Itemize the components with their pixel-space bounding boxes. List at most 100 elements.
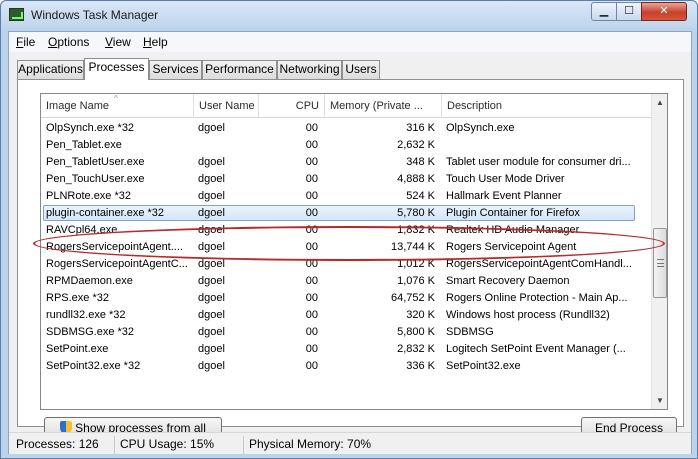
table-row[interactable]: SetPoint.exe dgoel 00 2,832 K Logitech SetPo…: [41, 341, 651, 358]
cpu-value: 00: [305, 207, 318, 219]
menu-view[interactable]: View: [105, 35, 131, 49]
memory-value: 1,076 K: [397, 275, 435, 287]
menu-help[interactable]: Help: [143, 35, 168, 49]
user-name: dgoel: [198, 343, 225, 355]
user-name: dgoel: [198, 309, 225, 321]
maximize-button[interactable]: ☐: [616, 2, 642, 21]
close-button[interactable]: ✕: [641, 2, 687, 21]
minimize-button[interactable]: ▁: [591, 2, 617, 21]
table-row[interactable]: SDBMSG.exe *32 dgoel 00 5,800 K SDBMSG: [41, 324, 651, 341]
process-name: rundll32.exe *32: [46, 309, 126, 321]
table-row[interactable]: SetPoint32.exe *32 dgoel 00 336 K SetPoint32…: [41, 358, 651, 375]
status-physical-memory: Physical Memory: 70%: [243, 436, 443, 454]
description: Rogers Servicepoint Agent: [446, 241, 577, 253]
table-row[interactable]: OlpSynch.exe *32 dgoel 00 316 K OlpSynch.exe: [41, 120, 651, 137]
status-cpu-usage: CPU Usage: 15%: [114, 436, 243, 454]
task-manager-window: Windows Task Manager ▁ ☐ ✕ File Options …: [0, 0, 698, 459]
user-name: dgoel: [198, 275, 225, 287]
user-name: dgoel: [198, 360, 225, 372]
description: Hallmark Event Planner: [446, 190, 562, 202]
memory-value: 320 K: [406, 309, 435, 321]
tab-performance[interactable]: Performance: [202, 60, 277, 79]
memory-value: 348 K: [406, 156, 435, 168]
window-title: Windows Task Manager: [31, 8, 159, 22]
cpu-value: 00: [305, 156, 318, 168]
scrollbar-thumb[interactable]: [653, 228, 667, 298]
description: Touch User Mode Driver: [446, 173, 565, 185]
table-row[interactable]: RPMDaemon.exe dgoel 00 1,076 K Smart Recover…: [41, 273, 651, 290]
menu-options[interactable]: Options: [48, 35, 89, 49]
process-name: RPS.exe *32: [46, 292, 109, 304]
cpu-value: 00: [305, 309, 318, 321]
description: OlpSynch.exe: [446, 122, 515, 134]
memory-value: 2,632 K: [397, 139, 435, 151]
table-row[interactable]: PLNRote.exe *32 dgoel 00 524 K Hallmark Even…: [41, 188, 651, 205]
processes-panel: Image Name ^ User Name CPU Memory (Priva…: [17, 79, 684, 455]
process-name: SDBMSG.exe *32: [46, 326, 135, 338]
process-name: Pen_TouchUser.exe: [46, 173, 145, 185]
title-bar[interactable]: Windows Task Manager ▁ ☐ ✕: [1, 1, 697, 29]
cpu-value: 00: [305, 275, 318, 287]
cpu-value: 00: [305, 190, 318, 202]
process-name: RPMDaemon.exe: [46, 275, 133, 287]
tab-networking[interactable]: Networking: [277, 60, 342, 79]
scroll-down-arrow-icon[interactable]: ▼: [652, 392, 667, 409]
user-name: dgoel: [198, 122, 225, 134]
column-header-row: Image Name ^ User Name CPU Memory (Priva…: [41, 94, 651, 118]
grip-icon: [657, 259, 664, 267]
column-header-memory[interactable]: Memory (Private ...: [325, 94, 442, 118]
table-row-selected[interactable]: plugin-container.exe *32 dgoel 00 5,780 K Pl…: [41, 205, 651, 222]
description: Tablet user module for consumer dri...: [446, 156, 631, 168]
tab-users[interactable]: Users: [342, 60, 380, 79]
description: Realtek HD Audio Manager: [446, 224, 580, 236]
vertical-scrollbar[interactable]: ▲ ▼: [651, 94, 667, 409]
cpu-value: 00: [305, 258, 318, 270]
cpu-value: 00: [305, 360, 318, 372]
table-row[interactable]: Pen_TabletUser.exe dgoel 00 348 K Tablet use…: [41, 154, 651, 171]
process-name: plugin-container.exe *32: [46, 207, 165, 219]
tab-applications[interactable]: Applications: [17, 60, 84, 79]
memory-value: 13,744 K: [390, 241, 435, 253]
scroll-up-arrow-icon[interactable]: ▲: [652, 94, 667, 111]
memory-value: 5,800 K: [397, 326, 435, 338]
memory-value: 316 K: [406, 122, 435, 134]
memory-value: 4,888 K: [397, 173, 435, 185]
cpu-value: 00: [305, 292, 318, 304]
user-name: dgoel: [198, 207, 225, 219]
column-header-image-name[interactable]: Image Name ^: [41, 94, 194, 118]
cpu-value: 00: [305, 224, 318, 236]
tab-services[interactable]: Services: [149, 60, 202, 79]
process-list[interactable]: Image Name ^ User Name CPU Memory (Priva…: [40, 93, 668, 410]
table-row[interactable]: RAVCpl64.exe dgoel 00 1,832 K Realtek HD Aud…: [41, 222, 651, 239]
table-row[interactable]: RogersServicepointAgent.... dgoel 00 13,744…: [41, 239, 651, 256]
tab-processes[interactable]: Processes: [84, 58, 149, 80]
user-name: dgoel: [198, 241, 225, 253]
menu-bar: File Options View Help: [9, 32, 691, 52]
task-manager-icon: [9, 8, 24, 21]
description: Windows host process (Rundll32): [446, 309, 610, 321]
memory-value: 1,012 K: [397, 258, 435, 270]
memory-value: 1,832 K: [397, 224, 435, 236]
user-name: dgoel: [198, 292, 225, 304]
menu-file[interactable]: File: [16, 35, 35, 49]
memory-value: 524 K: [406, 190, 435, 202]
user-name: [198, 137, 258, 154]
process-name: Pen_TabletUser.exe: [46, 156, 145, 168]
column-header-user-name[interactable]: User Name: [194, 94, 259, 118]
client-area: File Options View Help Applications Proc…: [8, 31, 692, 455]
sort-ascending-icon: ^: [114, 94, 118, 103]
process-name: Pen_Tablet.exe: [46, 139, 122, 151]
user-name: dgoel: [198, 326, 225, 338]
table-row[interactable]: Pen_TouchUser.exe dgoel 00 4,888 K Touch Use…: [41, 171, 651, 188]
table-row[interactable]: RogersServicepointAgentC... dgoel 00 1,012 …: [41, 256, 651, 273]
cpu-value: 00: [305, 139, 318, 151]
column-header-description[interactable]: Description: [442, 94, 651, 118]
process-name: SetPoint32.exe *32: [46, 360, 141, 372]
user-name: dgoel: [198, 156, 225, 168]
process-name: RogersServicepointAgent....: [46, 241, 183, 253]
table-row[interactable]: RPS.exe *32 dgoel 00 64,752 K Rogers Online …: [41, 290, 651, 307]
column-header-cpu[interactable]: CPU: [259, 94, 325, 118]
table-row[interactable]: Pen_Tablet.exe 00 2,632 K: [41, 137, 651, 154]
table-row[interactable]: rundll32.exe *32 dgoel 00 320 K Windows host…: [41, 307, 651, 324]
process-name: OlpSynch.exe *32: [46, 122, 135, 134]
